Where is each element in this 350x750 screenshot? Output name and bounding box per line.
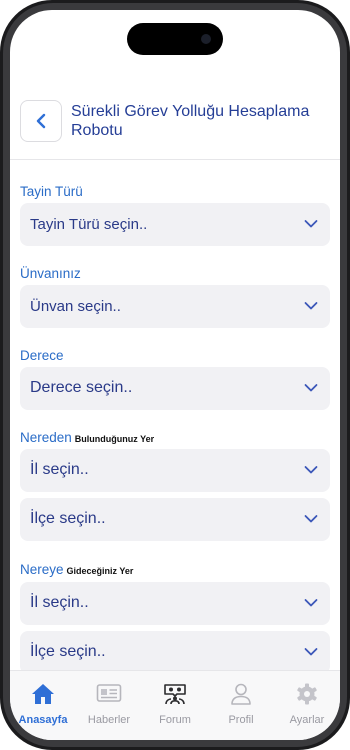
nereye-label: Nereye Gideceğiniz Yer <box>20 562 133 577</box>
nereden-ilce-select[interactable]: İlçe seçin.. <box>20 498 330 541</box>
tayin-select-value: Tayin Türü seçin.. <box>30 216 148 233</box>
back-button[interactable] <box>20 100 62 142</box>
nereden-il-select[interactable]: İl seçin.. <box>20 449 330 492</box>
nereye-il-value: İl seçin.. <box>30 594 89 611</box>
camera-icon <box>201 34 211 44</box>
unvan-select-value: Ünvan seçin.. <box>30 298 121 315</box>
news-icon <box>96 684 122 702</box>
chevron-down-icon <box>304 384 318 392</box>
screen: Sürekli Görev Yolluğu Hesaplama Robotu T… <box>10 10 340 740</box>
derece-select-value: Derece seçin.. <box>30 379 133 396</box>
tab-label: Profil <box>228 714 254 726</box>
page-header: Sürekli Görev Yolluğu Hesaplama Robotu <box>10 88 340 160</box>
chevron-down-icon <box>304 220 318 228</box>
chevron-down-icon <box>304 515 318 523</box>
chevron-down-icon <box>304 466 318 474</box>
chevron-left-icon <box>36 113 46 129</box>
chevron-down-icon <box>304 302 318 310</box>
page-title: Sürekli Görev Yolluğu Hesaplama Robotu <box>71 103 310 139</box>
tab-haberler[interactable]: Haberler <box>76 671 142 740</box>
tab-profil[interactable]: Profil <box>208 671 274 740</box>
nereden-label: Nereden Bulunduğunuz Yer <box>20 430 154 445</box>
nereye-sublabel: Gideceğiniz Yer <box>66 566 134 576</box>
unvan-label: Ünvanınız <box>20 266 81 281</box>
chevron-down-icon <box>304 648 318 656</box>
tab-label: Ayarlar <box>289 714 325 726</box>
derece-label: Derece <box>20 348 64 363</box>
nereye-label-text: Nereye <box>20 562 64 577</box>
tab-label: Anasayfa <box>18 714 68 726</box>
nereden-ilce-value: İlçe seçin.. <box>30 510 106 527</box>
tab-ayarlar[interactable]: Ayarlar <box>274 671 340 740</box>
unvan-select[interactable]: Ünvan seçin.. <box>20 285 330 328</box>
dynamic-island <box>127 23 223 55</box>
tab-label: Haberler <box>87 714 131 726</box>
nereye-il-select[interactable]: İl seçin.. <box>20 582 330 625</box>
derece-select[interactable]: Derece seçin.. <box>20 367 330 410</box>
settings-icon <box>297 683 317 705</box>
nereden-il-value: İl seçin.. <box>30 461 89 478</box>
tab-anasayfa[interactable]: Anasayfa <box>10 671 76 740</box>
forum-icon <box>164 684 186 705</box>
chevron-down-icon <box>304 599 318 607</box>
nereden-label-text: Nereden <box>20 430 72 445</box>
nereye-ilce-value: İlçe seçin.. <box>30 643 106 660</box>
tayin-label: Tayin Türü <box>20 184 83 199</box>
profile-icon <box>231 683 251 705</box>
nereye-ilce-select[interactable]: İlçe seçin.. <box>20 631 330 674</box>
tayin-select[interactable]: Tayin Türü seçin.. <box>20 203 330 246</box>
tab-label: Forum <box>159 714 191 726</box>
home-icon <box>32 684 54 704</box>
bottom-tab-bar: Anasayfa Haberler Forum Profil Ayarlar <box>10 670 340 740</box>
nereden-sublabel: Bulunduğunuz Yer <box>74 434 155 444</box>
phone-frame: Sürekli Görev Yolluğu Hesaplama Robotu T… <box>0 0 350 750</box>
tab-forum[interactable]: Forum <box>142 671 208 740</box>
